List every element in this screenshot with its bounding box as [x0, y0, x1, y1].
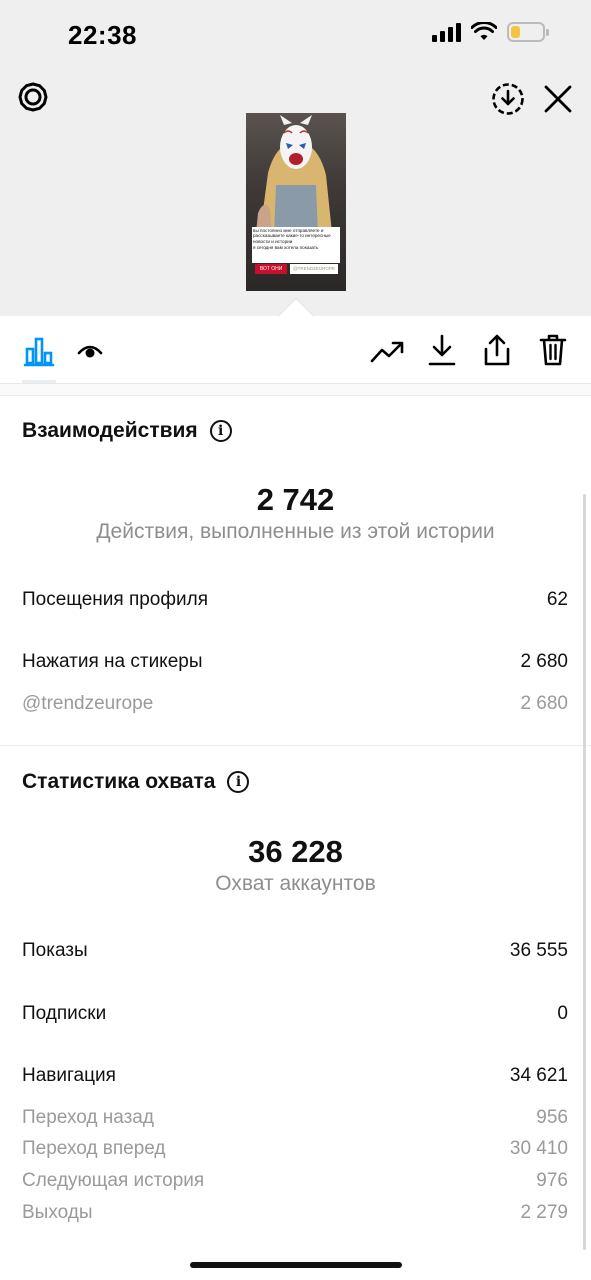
battery-icon: [507, 22, 549, 42]
section-divider: [0, 745, 591, 746]
stat-label: Переход вперед: [22, 1138, 166, 1159]
stat-value: 36 555: [509, 940, 568, 961]
download-icon[interactable]: [425, 332, 459, 368]
interactions-total: 2 742: [256, 482, 335, 517]
stat-label: Нажатия на стикеры: [22, 651, 203, 672]
story-caption: вы постоянно мне отправляете и рассказыв…: [253, 228, 331, 244]
trending-up-icon[interactable]: [368, 334, 406, 368]
stat-value: 0: [557, 1003, 568, 1024]
story-highlight-text: я сегодня вам хотела показать: [253, 245, 319, 250]
active-tab-indicator: [22, 380, 56, 383]
scrollbar[interactable]: [583, 494, 586, 1250]
bar-chart-icon[interactable]: [22, 334, 56, 368]
download-circle-icon[interactable]: [490, 81, 526, 117]
stat-label: Показы: [22, 940, 88, 961]
stat-label: Следующая история: [22, 1170, 205, 1191]
info-icon[interactable]: i: [227, 771, 250, 793]
stat-row-sticker-mention: @trendzeurope 2 680: [22, 693, 568, 715]
stat-value: 2 680: [520, 651, 568, 672]
status-time: 22:38: [68, 20, 137, 50]
share-icon[interactable]: [480, 332, 514, 368]
stat-value: 2 680: [520, 693, 568, 714]
status-icons: [432, 22, 549, 42]
stat-row-impressions: Показы 36 555: [22, 940, 568, 962]
story-thumbnail[interactable]: вы постоянно мне отправляете и рассказыв…: [246, 113, 346, 291]
reach-total: 36 228: [248, 834, 343, 869]
stat-value: 976: [536, 1170, 568, 1191]
wifi-icon: [471, 22, 497, 40]
interactions-title: Взаимодействия: [22, 419, 198, 442]
stat-value: 956: [536, 1107, 568, 1128]
reach-caption: Охват аккаунтов: [215, 872, 376, 895]
stat-value: 30 410: [509, 1138, 568, 1159]
story-mention-sticker: @TRENDZEUROPE: [290, 264, 338, 274]
stat-row-follows: Подписки 0: [22, 1003, 568, 1025]
close-icon[interactable]: [541, 82, 575, 116]
stat-label: Навигация: [22, 1065, 116, 1086]
eye-icon[interactable]: [75, 338, 105, 364]
stat-row-navigation: Навигация 34 621: [22, 1065, 568, 1087]
stat-row-next-story: Следующая история 976: [22, 1170, 568, 1192]
stat-value: 62: [546, 589, 568, 610]
stat-label: Подписки: [22, 1003, 107, 1024]
gear-icon[interactable]: [16, 80, 50, 114]
stat-row-exits: Выходы 2 279: [22, 1202, 568, 1224]
stat-label: Переход назад: [22, 1107, 154, 1128]
stat-label: Выходы: [22, 1202, 93, 1223]
reach-heading: Статистика охвата i: [22, 770, 250, 794]
stat-label: @trendzeurope: [22, 693, 154, 714]
home-indicator[interactable]: [190, 1262, 402, 1268]
reach-title: Статистика охвата: [22, 770, 216, 793]
stat-row-profile-visits: Посещения профиля 62: [22, 589, 568, 611]
stat-row-back: Переход назад 956: [22, 1107, 568, 1129]
section-separator: [0, 384, 591, 396]
signal-icon: [432, 22, 461, 42]
info-icon[interactable]: i: [209, 420, 232, 442]
stat-row-sticker-taps: Нажатия на стикеры 2 680: [22, 651, 568, 673]
interactions-caption: Действия, выполненные из этой истории: [96, 520, 495, 543]
stat-value: 34 621: [509, 1065, 568, 1086]
stat-value: 2 279: [520, 1202, 568, 1223]
stat-label: Посещения профиля: [22, 589, 208, 610]
stat-row-forward: Переход вперед 30 410: [22, 1138, 568, 1160]
interactions-heading: Взаимодействия i: [22, 419, 232, 443]
story-button-sticker: вот они: [255, 264, 287, 274]
trash-icon[interactable]: [536, 332, 570, 368]
